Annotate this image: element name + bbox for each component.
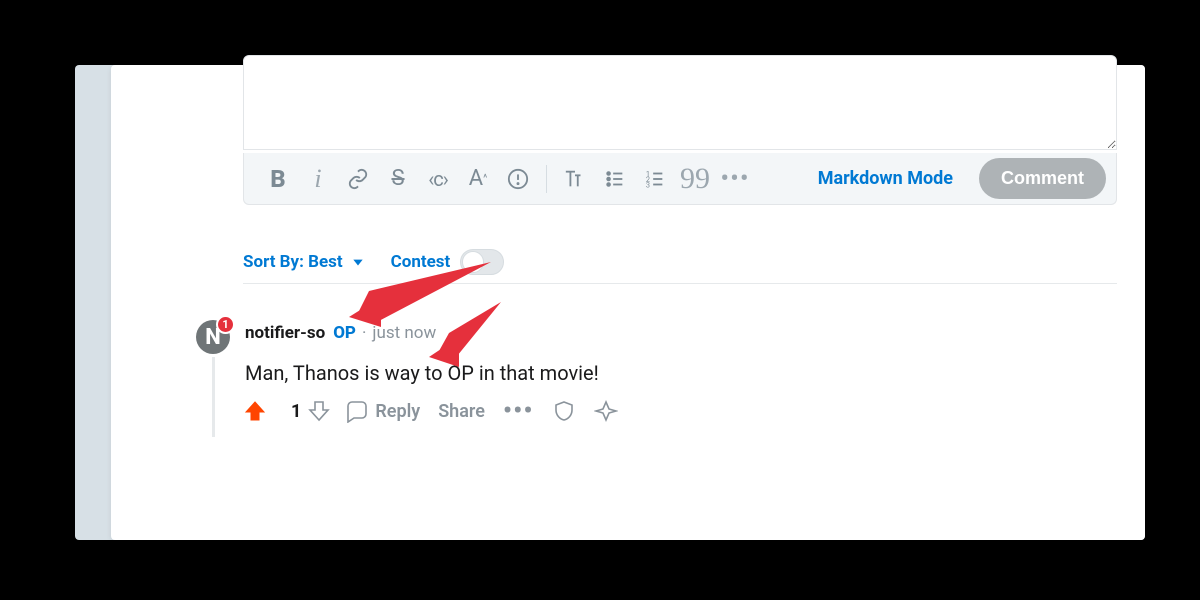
chevron-down-icon — [351, 255, 365, 269]
downvote-button[interactable] — [307, 399, 331, 423]
contest-label: Contest — [391, 252, 451, 272]
spoiler-icon[interactable] — [505, 166, 531, 192]
svg-text:3: 3 — [646, 180, 650, 189]
quote-icon[interactable]: 99 — [682, 166, 708, 192]
meta-separator: · — [362, 323, 366, 343]
more-formatting-icon[interactable]: ••• — [722, 166, 748, 192]
markdown-mode-link[interactable]: Markdown Mode — [810, 168, 961, 189]
compose-textarea[interactable] — [243, 55, 1117, 150]
more-actions-button[interactable]: ••• — [503, 408, 534, 414]
share-label: Share — [438, 401, 485, 422]
heading-block-icon[interactable] — [562, 166, 588, 192]
compose-toolbar: B i S ‹c› A^ 123 99 ••• — [243, 153, 1117, 205]
comment-meta-row: notifier-so OP · just now — [245, 323, 436, 343]
numbered-list-icon[interactable]: 123 — [642, 166, 668, 192]
bold-icon[interactable]: B — [265, 166, 291, 192]
mod-shield-icon[interactable] — [552, 399, 576, 423]
comment-body: Man, Thanos is way to OP in that movie! — [245, 361, 599, 385]
content-card: B i S ‹c› A^ 123 99 ••• — [111, 65, 1145, 540]
thread-collapse-line[interactable] — [212, 357, 215, 437]
strikethrough-icon[interactable]: S — [385, 166, 411, 192]
reply-label: Reply — [375, 401, 420, 422]
avatar-notification-badge: 1 — [216, 315, 235, 334]
sort-row: Sort By: Best Contest — [243, 241, 1117, 284]
comment-actions-row: 1 Reply Share ••• — [243, 399, 636, 423]
sparkle-icon[interactable] — [594, 399, 618, 423]
inline-code-icon[interactable]: ‹c› — [425, 166, 451, 192]
link-icon[interactable] — [345, 166, 371, 192]
vote-score: 1 — [291, 401, 301, 422]
bullet-list-icon[interactable] — [602, 166, 628, 192]
italic-icon[interactable]: i — [305, 166, 331, 192]
reply-button[interactable]: Reply — [345, 399, 420, 423]
avatar[interactable]: N 1 — [196, 320, 230, 354]
op-badge: OP — [333, 323, 356, 343]
upvote-button[interactable] — [243, 399, 267, 423]
sort-dropdown[interactable]: Sort By: Best — [243, 252, 365, 272]
share-button[interactable]: Share — [438, 401, 485, 422]
toolbar-separator — [546, 165, 547, 193]
sort-label-text: Sort By: Best — [243, 252, 343, 272]
contest-toggle[interactable] — [460, 249, 504, 275]
comment-author-link[interactable]: notifier-so — [245, 323, 325, 343]
superscript-icon[interactable]: A^ — [465, 166, 491, 192]
heading-letter: A — [469, 166, 483, 191]
page-background: B i S ‹c› A^ 123 99 ••• — [75, 65, 1145, 540]
submit-comment-button[interactable]: Comment — [979, 158, 1106, 199]
comment-timestamp: just now — [372, 323, 436, 343]
